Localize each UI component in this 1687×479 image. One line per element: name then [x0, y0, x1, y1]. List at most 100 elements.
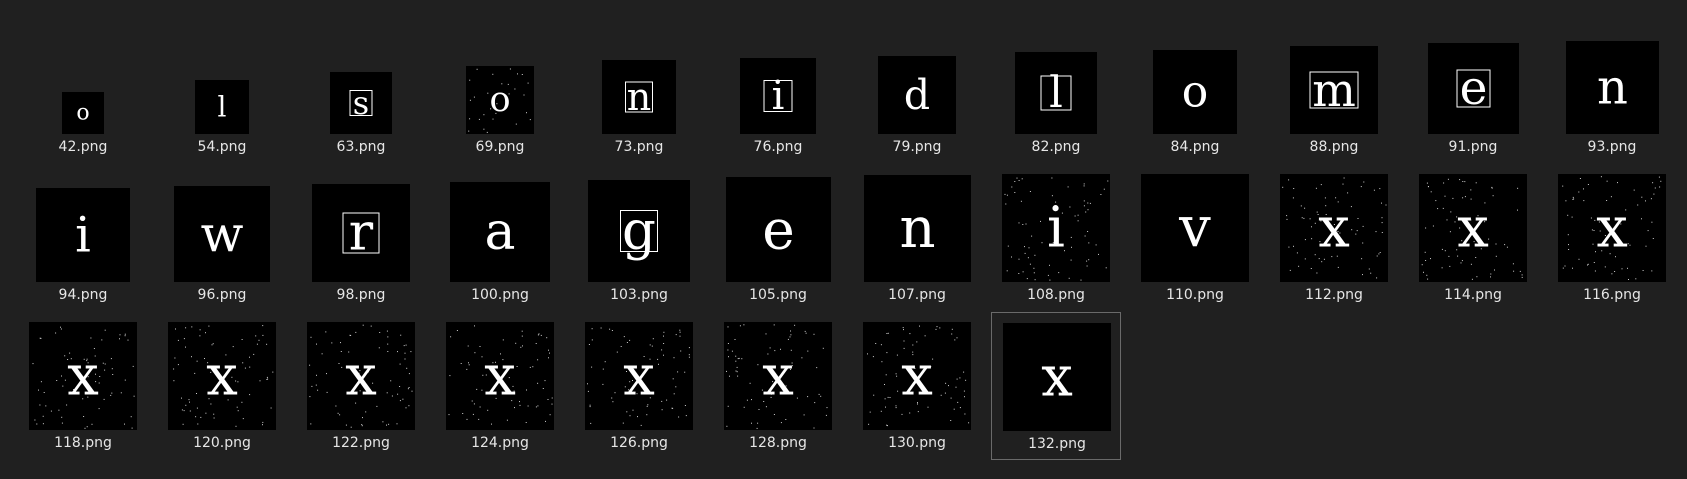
file-tile[interactable]: v 110.png — [1130, 164, 1260, 312]
file-tile[interactable]: o 69.png — [435, 16, 565, 164]
image-thumbnail[interactable]: i — [740, 58, 816, 134]
noise-dot — [460, 363, 462, 364]
noise-dot — [758, 409, 760, 410]
image-thumbnail[interactable]: i — [36, 188, 130, 282]
file-tile[interactable]: n 107.png — [852, 164, 982, 312]
image-thumbnail[interactable]: x — [1003, 323, 1111, 431]
noise-dot — [515, 123, 517, 125]
noise-dot — [1442, 207, 1444, 209]
file-tile[interactable]: e 105.png — [713, 164, 843, 312]
glyph-letter: x — [484, 344, 516, 409]
file-tile[interactable]: m 88.png — [1269, 16, 1399, 164]
file-tile[interactable]: x 132.png — [991, 312, 1121, 460]
noise-dot — [1583, 188, 1584, 190]
file-tile[interactable]: x 120.png — [157, 312, 287, 460]
file-tile[interactable]: g 103.png — [574, 164, 704, 312]
file-tile[interactable]: x 128.png — [713, 312, 843, 460]
noise-dot — [91, 423, 93, 425]
noise-dot — [502, 339, 504, 341]
noise-dot — [492, 73, 494, 75]
image-thumbnail[interactable]: l — [195, 80, 249, 134]
noise-dot — [889, 397, 891, 398]
image-thumbnail[interactable]: e — [1428, 43, 1519, 134]
noise-dot — [112, 374, 114, 375]
image-thumbnail[interactable]: n — [602, 60, 676, 134]
file-tile[interactable]: o 42.png — [18, 16, 148, 164]
file-tile[interactable]: n 73.png — [574, 16, 704, 164]
noise-dot — [1454, 221, 1456, 223]
noise-dot — [400, 334, 402, 336]
file-tile[interactable]: o 84.png — [1130, 16, 1260, 164]
image-thumbnail[interactable]: x — [307, 322, 415, 430]
image-thumbnail[interactable]: x — [1558, 174, 1666, 282]
file-tile[interactable]: x 126.png — [574, 312, 704, 460]
image-thumbnail[interactable]: d — [878, 56, 956, 134]
file-tile[interactable]: i 94.png — [18, 164, 148, 312]
noise-dot — [749, 382, 751, 384]
file-tile[interactable]: i 108.png — [991, 164, 1121, 312]
image-thumbnail[interactable]: x — [29, 322, 137, 430]
noise-dot — [249, 394, 251, 396]
image-thumbnail[interactable]: l — [1015, 52, 1097, 134]
noise-dot — [672, 378, 674, 380]
image-thumbnail[interactable]: x — [863, 322, 971, 430]
image-thumbnail[interactable]: n — [1566, 41, 1659, 134]
file-tile[interactable]: n 93.png — [1547, 16, 1677, 164]
image-thumbnail[interactable]: x — [446, 322, 554, 430]
noise-dot — [1362, 242, 1364, 244]
image-thumbnail[interactable]: x — [1280, 174, 1388, 282]
file-tile[interactable]: w 96.png — [157, 164, 287, 312]
image-thumbnail[interactable]: o — [466, 66, 534, 134]
noise-dot — [387, 343, 389, 345]
file-tile[interactable]: x 118.png — [18, 312, 148, 460]
noise-dot — [378, 347, 380, 349]
file-tile[interactable]: x 114.png — [1408, 164, 1538, 312]
file-tile[interactable]: r 98.png — [296, 164, 426, 312]
file-tile[interactable]: x 130.png — [852, 312, 982, 460]
image-thumbnail[interactable]: x — [168, 322, 276, 430]
noise-dot — [1430, 191, 1432, 193]
file-name-label: 42.png — [58, 139, 108, 155]
thumbnail-area: x — [435, 312, 565, 432]
file-tile[interactable]: i 76.png — [713, 16, 843, 164]
image-thumbnail[interactable]: x — [585, 322, 693, 430]
image-thumbnail[interactable]: x — [724, 322, 832, 430]
file-tile[interactable]: e 91.png — [1408, 16, 1538, 164]
glyph-letter: a — [484, 202, 515, 262]
image-thumbnail[interactable]: w — [174, 186, 270, 282]
glyph-letter: x — [1318, 196, 1350, 261]
noise-dot — [1018, 180, 1020, 181]
file-tile[interactable]: l 82.png — [991, 16, 1121, 164]
image-thumbnail[interactable]: s — [330, 72, 392, 134]
file-tile[interactable]: x 122.png — [296, 312, 426, 460]
noise-dot — [1464, 181, 1466, 183]
noise-dot — [408, 387, 410, 388]
noise-dot — [757, 364, 759, 366]
noise-dot — [734, 339, 736, 340]
image-thumbnail[interactable]: m — [1290, 46, 1378, 134]
noise-dot — [885, 406, 886, 408]
noise-dot — [1611, 273, 1613, 275]
image-thumbnail[interactable]: r — [312, 184, 410, 282]
noise-dot — [270, 407, 272, 409]
file-tile[interactable]: a 100.png — [435, 164, 565, 312]
image-thumbnail[interactable]: e — [726, 177, 831, 282]
image-thumbnail[interactable]: o — [62, 92, 104, 134]
image-thumbnail[interactable]: v — [1141, 174, 1249, 282]
noise-dot — [1083, 200, 1085, 202]
file-tile[interactable]: l 54.png — [157, 16, 287, 164]
noise-dot — [1286, 218, 1288, 220]
noise-dot — [326, 373, 327, 375]
file-tile[interactable]: x 116.png — [1547, 164, 1677, 312]
image-thumbnail[interactable]: a — [450, 182, 550, 282]
image-thumbnail[interactable]: o — [1153, 50, 1237, 134]
image-thumbnail[interactable]: i — [1002, 174, 1110, 282]
image-thumbnail[interactable]: n — [864, 175, 971, 282]
image-thumbnail[interactable]: x — [1419, 174, 1527, 282]
image-thumbnail[interactable]: g — [588, 180, 690, 282]
file-tile[interactable]: s 63.png — [296, 16, 426, 164]
file-tile[interactable]: x 112.png — [1269, 164, 1399, 312]
file-tile[interactable]: x 124.png — [435, 312, 565, 460]
noise-dot — [741, 358, 743, 360]
file-tile[interactable]: d 79.png — [852, 16, 982, 164]
